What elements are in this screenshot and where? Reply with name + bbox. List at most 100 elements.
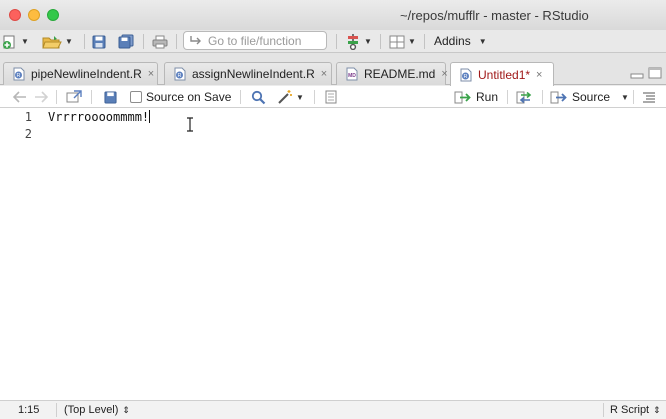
run-arrow-icon [454,91,471,103]
window-title: ~/repos/mufflr - master - RStudio [400,8,589,23]
folder-open-icon [42,35,62,48]
file-type-label: R Script [610,404,650,416]
scope-label: (Top Level) [64,404,119,416]
chevron-down-icon: ▼ [296,92,304,102]
source-button[interactable]: Source [550,89,610,105]
pane-controls [630,67,662,79]
find-replace-button[interactable] [251,89,266,105]
new-file-button[interactable]: ▼ [2,33,29,50]
workspace-panes-button[interactable]: ▼ [389,33,416,50]
toolbar-divider [143,34,144,49]
editor-tab-strip: R pipeNewlineIndent.R × R assignNewlineI… [0,53,666,86]
chevron-down-icon: ▼ [65,37,73,46]
chevron-down-icon: ▼ [621,92,629,102]
code-tools-button[interactable]: ▼ [277,89,304,105]
toolbar-divider [240,90,241,104]
print-icon [152,35,168,48]
toolbar-divider [56,90,57,104]
tab-close-icon[interactable]: × [441,68,447,80]
code-line-text: Vrrrroooommmm! [48,110,150,124]
tab-label: Untitled1* [478,67,531,82]
code-line[interactable]: Vrrrroooommmm! [48,110,151,124]
print-button[interactable] [152,33,168,50]
goto-file-placeholder: Go to file/function [208,33,302,48]
source-on-save-label: Source on Save [146,90,232,104]
source-on-save-checkbox[interactable]: Source on Save [130,89,231,105]
checkbox-box[interactable] [130,91,142,103]
show-in-window-button[interactable] [66,89,82,105]
save-current-file-button[interactable] [104,89,117,105]
status-bar: 1:15 (Top Level) ⇕ R Script ⇕ [0,400,666,419]
title-bar: ~/repos/mufflr - master - RStudio [0,0,666,30]
toolbar-divider [336,34,337,49]
maximize-pane-icon[interactable] [648,67,662,79]
md-file-icon: MD [346,67,358,81]
addins-menu-button[interactable]: Addins ▼ [434,34,487,48]
chevron-down-icon: ▼ [364,37,372,46]
scope-selector[interactable]: (Top Level) ⇕ [64,404,130,416]
arrow-right-icon [35,91,48,103]
addins-label: Addins [434,34,471,48]
grid-layout-icon [389,35,405,48]
tab-close-icon[interactable]: × [536,69,542,81]
code-editor[interactable]: 1 2 Vrrrroooommmm! [0,108,666,400]
file-type-selector[interactable]: R Script ⇕ [610,404,661,416]
toolbar-divider [176,34,177,49]
notebook-icon [325,90,337,104]
tab-close-icon[interactable]: × [321,68,327,80]
minimize-pane-icon[interactable] [630,67,644,79]
goto-arrow-icon [190,35,201,44]
go-back-button[interactable] [13,89,27,105]
new-file-icon [3,35,15,49]
run-button[interactable]: Run [454,89,498,105]
toolbar-divider [542,90,543,104]
r-file-icon: R [174,67,186,81]
source-label: Source [572,90,611,104]
tab-label: README.md [364,67,436,81]
go-forward-button[interactable] [34,89,48,105]
git-branch-icon [348,34,358,50]
compile-report-button[interactable] [324,89,338,105]
tab-untitled1[interactable]: R Untitled1* × [450,62,554,86]
svg-text:R: R [178,73,182,79]
toolbar-divider [91,90,92,104]
line-number: 1 [24,110,32,124]
popout-window-icon [66,90,82,103]
run-label: Run [476,90,499,104]
chevron-updown-icon: ⇕ [122,404,130,415]
arrow-left-icon [13,91,26,103]
open-file-button[interactable]: ▼ [42,33,73,50]
r-file-icon: R [460,68,472,81]
rerun-button[interactable] [516,89,536,105]
outline-list-icon [643,92,655,103]
tab-pipe-newline-indent[interactable]: R pipeNewlineIndent.R × [3,62,158,85]
toolbar-divider [84,34,85,49]
window-maximize-button[interactable] [47,9,59,21]
window-minimize-button[interactable] [28,9,40,21]
tab-readme[interactable]: MD README.md × [336,62,448,85]
chevron-down-icon: ▼ [408,37,416,46]
chevron-down-icon: ▼ [21,37,29,46]
document-outline-button[interactable] [642,89,656,105]
toolbar-divider [314,90,315,104]
source-options-button[interactable]: ▼ [618,89,629,105]
goto-file-input[interactable]: Go to file/function [183,31,327,50]
window-close-button[interactable] [9,9,21,21]
chevron-down-icon: ▼ [478,36,487,46]
save-button[interactable] [92,33,106,50]
svg-text:R: R [17,73,21,79]
save-all-icon [118,34,134,49]
save-all-button[interactable] [118,33,135,50]
source-arrow-icon [550,91,567,103]
chevron-updown-icon: ⇕ [653,404,661,415]
svg-text:MD: MD [348,73,356,79]
toolbar-divider [507,90,508,104]
save-icon [104,90,117,104]
tab-label: assignNewlineIndent.R [192,67,315,81]
toolbar-divider [424,34,425,49]
tab-close-icon[interactable]: × [148,68,154,80]
vcs-button[interactable]: ▼ [345,33,372,50]
magnifier-icon [251,90,266,104]
tab-assign-newline-indent[interactable]: R assignNewlineIndent.R × [164,62,332,85]
svg-text:R: R [464,74,468,80]
